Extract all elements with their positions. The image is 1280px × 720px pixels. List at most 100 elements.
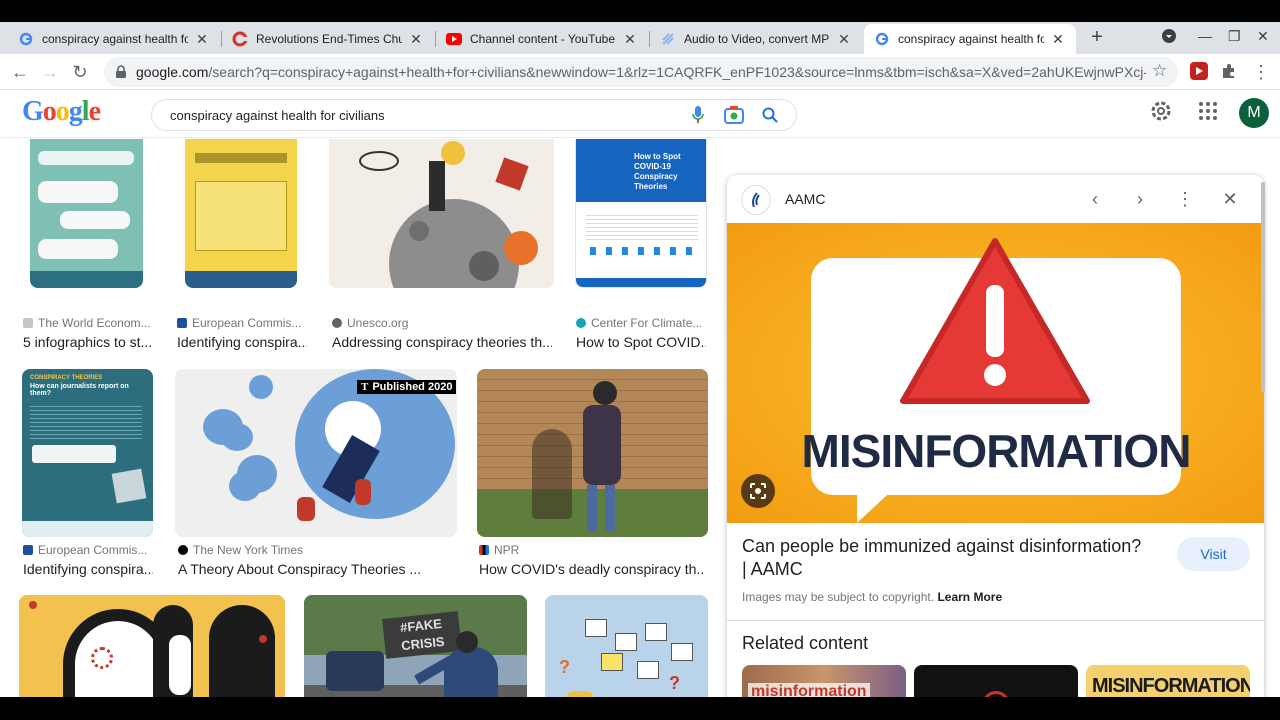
extension-red-icon[interactable] — [1190, 62, 1210, 82]
result-thumbnail-8[interactable] — [19, 595, 285, 697]
result-caption[interactable]: Identifying conspira... — [23, 561, 153, 577]
tab-google-search-1[interactable]: conspiracy against health for civilians … — [8, 24, 220, 54]
related-thumbnail-1[interactable]: misinformation — [742, 665, 906, 697]
result-source[interactable]: Unesco.org — [332, 316, 547, 330]
result-caption[interactable]: Addressing conspiracy theories th... — [332, 334, 552, 350]
forward-icon[interactable]: → — [39, 61, 61, 83]
search-input[interactable]: conspiracy against health for civilians — [170, 108, 688, 123]
screen-letterbox — [0, 697, 1280, 720]
camera-lens-icon[interactable] — [724, 105, 744, 125]
reload-icon[interactable]: ↻ — [69, 61, 91, 83]
close-icon[interactable]: ✕ — [1050, 31, 1066, 48]
new-tab-button[interactable]: + — [1086, 27, 1108, 49]
settings-gear-icon[interactable] — [1150, 100, 1174, 124]
audio-video-icon — [660, 31, 676, 47]
google-lens-icon[interactable] — [741, 474, 775, 508]
result-thumbnail-7[interactable] — [477, 369, 708, 537]
result-thumbnail-5[interactable]: CONSPIRACY THEORIES How can journalists … — [22, 369, 153, 537]
tab-audio-to-video[interactable]: Audio to Video, convert MP3 with ✕ — [650, 24, 862, 54]
result-thumbnail-9[interactable]: #FAKE CRISIS — [304, 595, 527, 697]
close-icon[interactable]: ✕ — [194, 31, 210, 48]
result-caption[interactable]: How to Spot COVID... — [576, 334, 706, 350]
preview-image[interactable]: MISINFORMATION — [727, 223, 1264, 523]
tab-label: Revolutions End-Times Church — [256, 32, 402, 46]
apps-grid-icon[interactable] — [1197, 100, 1221, 124]
result-source[interactable]: NPR — [479, 543, 699, 557]
result-thumbnail-4[interactable]: How to Spot COVID-19 Conspiracy Theories — [575, 139, 707, 288]
google-icon — [18, 31, 34, 47]
tab-youtube-studio[interactable]: Channel content - YouTube Studio ✕ — [436, 24, 648, 54]
tab-revolutions[interactable]: Revolutions End-Times Church ✕ — [222, 24, 434, 54]
thumbnail-heading: CONSPIRACY THEORIES — [30, 375, 103, 381]
youtube-icon — [446, 31, 462, 47]
address-bar[interactable]: google.com/search?q=conspiracy+against+h… — [104, 57, 1178, 87]
result-caption[interactable]: Identifying conspira... — [177, 334, 307, 350]
back-icon[interactable]: ← — [9, 61, 31, 83]
search-box[interactable]: conspiracy against health for civilians — [151, 99, 797, 131]
related-thumbnail-3[interactable]: MISINFORMATION — [1086, 665, 1250, 697]
bookmark-star-icon[interactable]: ☆ — [1152, 61, 1167, 81]
url-text: google.com/search?q=conspiracy+against+h… — [136, 64, 1146, 80]
close-icon[interactable]: ✕ — [622, 31, 638, 48]
panel-site-name[interactable]: AAMC — [785, 191, 825, 207]
eu-flag-icon — [177, 318, 187, 328]
result-caption[interactable]: 5 infographics to st... — [23, 334, 153, 350]
source-label: NPR — [494, 543, 520, 557]
copyright-notice: Images may be subject to copyright. Lear… — [742, 590, 1002, 604]
tab-search-icon[interactable] — [1161, 28, 1177, 47]
result-thumbnail-1[interactable] — [30, 139, 143, 288]
result-title-link[interactable]: Can people be immunized against disinfor… — [742, 535, 1142, 581]
result-thumbnail-6[interactable] — [175, 369, 457, 537]
account-avatar[interactable]: M — [1239, 98, 1269, 128]
search-icon[interactable] — [760, 105, 780, 125]
related-thumbnail-2[interactable] — [914, 665, 1078, 697]
globe-icon — [332, 318, 342, 328]
misinformation-warning-image: MISINFORMATION — [727, 223, 1264, 523]
close-icon[interactable]: ✕ — [408, 31, 424, 48]
source-favicon-icon — [23, 318, 33, 328]
url-host: google.com — [136, 64, 209, 80]
learn-more-link[interactable]: Learn More — [937, 590, 1002, 604]
npr-icon — [479, 545, 489, 555]
close-icon[interactable]: ✕ — [836, 31, 852, 48]
browser-window: conspiracy against health for civilians … — [0, 22, 1280, 697]
visit-button[interactable]: Visit — [1177, 537, 1250, 571]
result-source[interactable]: The World Econom... — [23, 316, 153, 330]
badge-label: Published 2020 — [372, 381, 453, 393]
close-panel-icon[interactable]: ✕ — [1218, 187, 1242, 211]
result-source[interactable]: The New York Times — [178, 543, 448, 557]
result-caption[interactable]: A Theory About Conspiracy Theories ... — [178, 561, 448, 577]
panel-scrollbar[interactable] — [1261, 182, 1265, 392]
tab-label: Channel content - YouTube Studio — [470, 32, 616, 46]
result-thumbnail-2[interactable] — [185, 139, 297, 288]
result-source[interactable]: European Commis... — [23, 543, 153, 557]
restore-icon[interactable]: ❐ — [1228, 28, 1241, 45]
result-source[interactable]: European Commis... — [177, 316, 307, 330]
extensions-puzzle-icon[interactable] — [1220, 62, 1240, 82]
minimize-icon[interactable]: — — [1198, 28, 1212, 44]
result-thumbnail-10[interactable]: ? ? — [545, 595, 708, 697]
source-label: Unesco.org — [347, 316, 409, 330]
published-badge: T Published 2020 — [357, 380, 457, 394]
result-source[interactable]: Center For Climate... — [576, 316, 706, 330]
google-logo[interactable]: Google — [22, 96, 101, 128]
result-thumbnail-3[interactable] — [329, 139, 554, 288]
nyt-icon — [178, 545, 188, 555]
tab-label: conspiracy against health for civilians — [42, 32, 188, 46]
more-options-icon[interactable]: ⋮ — [1173, 187, 1197, 211]
tab-strip: conspiracy against health for civilians … — [0, 22, 1280, 54]
window-close-icon[interactable]: ✕ — [1257, 28, 1269, 45]
image-preview-panel: AAMC ‹ › ⋮ ✕ MISINFORMATION Can people b… — [727, 175, 1264, 697]
next-chevron-icon[interactable]: › — [1128, 187, 1152, 211]
source-favicon-icon — [576, 318, 586, 328]
nyt-logo-icon: T — [361, 381, 369, 393]
previous-chevron-icon[interactable]: ‹ — [1083, 187, 1107, 211]
site-favicon-icon — [741, 185, 771, 215]
tab-label: Audio to Video, convert MP3 with — [684, 32, 830, 46]
tab-google-search-active[interactable]: conspiracy against health for civilians … — [864, 24, 1076, 54]
browser-menu-icon[interactable]: ⋮ — [1252, 62, 1272, 82]
divider — [727, 620, 1264, 621]
microphone-icon[interactable] — [688, 105, 708, 125]
result-caption[interactable]: How COVID's deadly conspiracy th... — [479, 561, 704, 577]
google-icon — [874, 31, 890, 47]
